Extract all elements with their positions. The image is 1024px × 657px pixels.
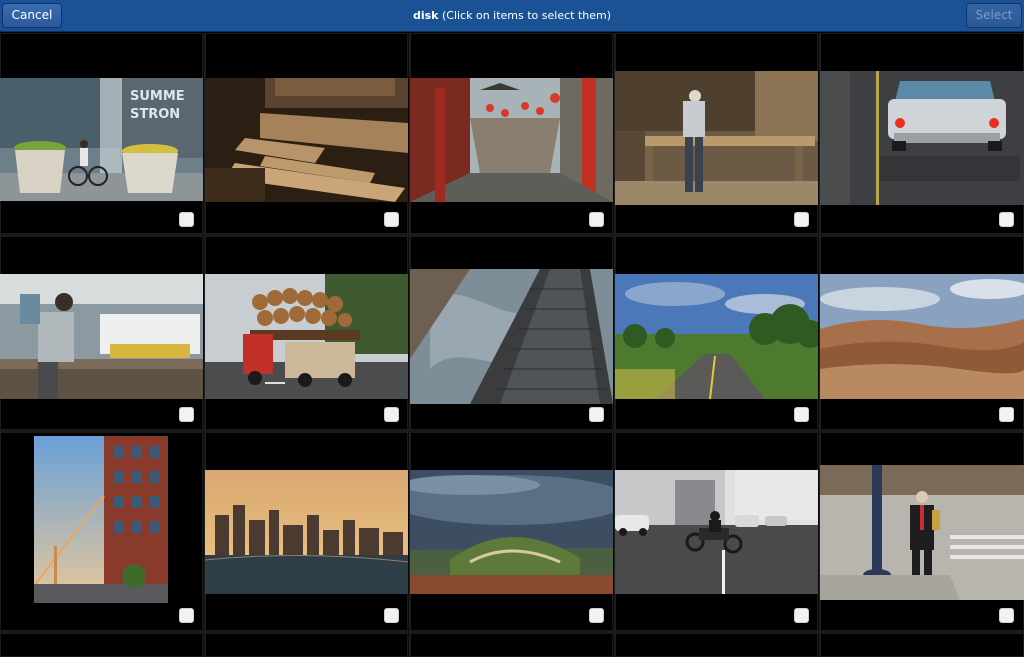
photo-skyscraper-sky — [410, 269, 613, 404]
thumbnail-cell[interactable] — [820, 633, 1024, 657]
photo-vintage-car — [820, 71, 1024, 205]
thumbnail-cell[interactable] — [0, 633, 203, 657]
thumbnail-cell[interactable] — [0, 236, 203, 430]
thumbnail-cell[interactable] — [410, 633, 613, 657]
thumbnail-cell[interactable] — [410, 33, 613, 234]
thumbnail-cell[interactable] — [205, 633, 408, 657]
photo-carpenter-workshop — [615, 71, 818, 205]
thumbnail-cell[interactable] — [615, 33, 818, 234]
thumbnail-cell[interactable] — [615, 236, 818, 430]
select-checkbox[interactable] — [794, 407, 809, 422]
svg-text:STRON: STRON — [130, 107, 180, 122]
thumbnail-cell[interactable] — [205, 236, 408, 430]
select-button[interactable]: Select — [966, 3, 1022, 28]
title-folder-name: disk — [412, 9, 439, 22]
thumbnail-cell[interactable] — [615, 633, 818, 657]
select-checkbox[interactable] — [794, 608, 809, 623]
title-hint: (Click on items to select them) — [438, 9, 612, 22]
thumbnail-cell[interactable] — [205, 33, 408, 234]
select-checkbox[interactable] — [589, 608, 604, 623]
dialog-title: disk (Click on items to select them) — [0, 0, 1024, 32]
thumbnail-cell[interactable]: SUMME STRON — [0, 33, 203, 234]
select-checkbox[interactable] — [179, 608, 194, 623]
svg-text:SUMME: SUMME — [130, 89, 185, 104]
select-checkbox[interactable] — [384, 407, 399, 422]
thumbnail-cell[interactable] — [820, 432, 1024, 631]
photo-chinatown-street — [410, 78, 613, 202]
select-checkbox[interactable] — [589, 407, 604, 422]
thumbnail-cell[interactable] — [205, 432, 408, 631]
photo-motorcycle-street — [615, 470, 818, 594]
select-checkbox[interactable] — [179, 212, 194, 227]
photo-logging-truck — [205, 274, 408, 399]
photo-man-street-corner — [820, 465, 1024, 600]
thumbnail-cell[interactable] — [820, 33, 1024, 234]
header-bar: Cancel disk (Click on items to select th… — [0, 0, 1024, 32]
thumbnail-cell[interactable] — [820, 236, 1024, 430]
thumbnail-cell[interactable] — [0, 432, 203, 631]
thumbnail-cell[interactable] — [410, 432, 613, 631]
thumbnail-cell[interactable] — [615, 432, 818, 631]
photo-grid: SUMME STRON — [0, 33, 1024, 657]
photo-green-hill — [410, 470, 613, 594]
select-checkbox[interactable] — [179, 407, 194, 422]
select-checkbox[interactable] — [589, 212, 604, 227]
photo-wood-planks — [205, 78, 408, 202]
select-checkbox[interactable] — [384, 608, 399, 623]
photo-city-skyline-sunset — [205, 470, 408, 594]
thumbnail-cell[interactable] — [410, 236, 613, 430]
select-checkbox[interactable] — [999, 608, 1014, 623]
photo-bay-bridge-building — [34, 436, 168, 603]
select-checkbox[interactable] — [999, 212, 1014, 227]
photo-desert-hills — [820, 274, 1024, 399]
select-checkbox[interactable] — [794, 212, 809, 227]
select-checkbox[interactable] — [384, 212, 399, 227]
photo-cyclist-street: SUMME STRON — [0, 78, 203, 201]
photo-man-photographing-harbor — [0, 274, 203, 399]
select-checkbox[interactable] — [999, 407, 1014, 422]
photo-country-road — [615, 274, 818, 399]
